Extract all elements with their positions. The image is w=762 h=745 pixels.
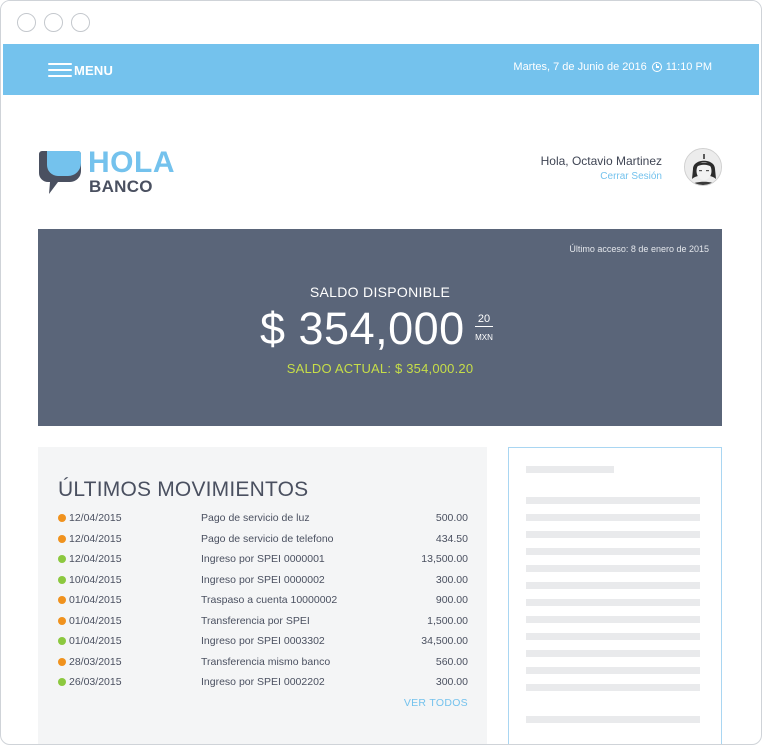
movement-description: Traspaso a cuenta 10000002 — [201, 594, 338, 606]
available-balance-amount: $ 354,000 — [260, 303, 465, 354]
menu-label: MENU — [74, 62, 114, 78]
status-dot-icon — [58, 555, 66, 563]
logo-text-hola: HOLA — [88, 146, 175, 179]
logout-link[interactable]: Cerrar Sesión — [541, 170, 662, 184]
hamburger-menu-icon — [48, 63, 72, 77]
placeholder-line — [526, 497, 700, 504]
movement-amount: 300.00 — [435, 573, 468, 586]
placeholder-line — [526, 466, 614, 473]
currency-code: MXN — [475, 333, 493, 342]
movement-description: Pago de servicio de luz — [201, 512, 310, 524]
status-dot-icon — [58, 596, 66, 604]
movement-date: 10/04/2015 — [69, 573, 122, 586]
placeholder-line — [526, 565, 700, 572]
movement-date: 01/04/2015 — [69, 635, 122, 647]
movement-date: 12/04/2015 — [69, 532, 122, 545]
status-dot-icon — [58, 657, 66, 666]
movement-date: 01/04/2015 — [69, 614, 122, 627]
movement-date: 26/03/2015 — [69, 676, 122, 688]
window-titlebar — [1, 1, 761, 44]
table-row[interactable]: 12/04/2015 Pago de servicio de luz 500.00 — [58, 509, 468, 530]
placeholder-line — [526, 514, 700, 521]
movement-amount: 500.00 — [435, 512, 468, 524]
placeholder-line — [526, 616, 700, 623]
status-dot-icon — [58, 637, 66, 645]
movement-date: 01/04/2015 — [69, 594, 122, 606]
table-row[interactable]: 01/04/2015 Traspaso a cuenta 10000002 900.… — [58, 591, 468, 612]
movement-amount: 1,500.00 — [427, 614, 468, 627]
placeholder-line — [526, 650, 700, 657]
placeholder-line — [526, 684, 700, 691]
balance-panel: Último acceso: 8 de enero de 2015 SALDO … — [38, 229, 722, 426]
movement-description: Pago de servicio de telefono — [201, 532, 334, 545]
movement-description: Ingreso por SPEI 0000001 — [201, 553, 325, 565]
movement-amount: 13,500.00 — [421, 553, 468, 565]
window-close-button[interactable] — [17, 13, 36, 32]
table-row[interactable]: 26/03/2015 Ingreso por SPEI 0002202 300.00 — [58, 673, 468, 694]
available-balance-label: SALDO DISPONIBLE — [309, 284, 451, 300]
last-access-text: Último acceso: 8 de enero de 2015 — [569, 244, 709, 254]
placeholder-line — [526, 531, 700, 538]
clock-icon — [651, 62, 662, 72]
placeholder-line — [526, 667, 700, 674]
current-datetime: Martes, 7 de Junio de 2016 11:10 PM — [513, 61, 712, 73]
status-dot-icon — [58, 514, 66, 522]
table-row[interactable]: 10/04/2015 Ingreso por SPEI 0000002 300.00 — [58, 571, 468, 592]
status-dot-icon — [58, 678, 66, 686]
movement-description: Ingreso por SPEI 0002202 — [201, 676, 325, 688]
available-balance-cents: 20 — [475, 313, 493, 327]
table-row[interactable]: 01/04/2015 Ingreso por SPEI 0003302 34,500… — [58, 632, 468, 653]
status-dot-icon — [58, 575, 66, 584]
movement-amount: 560.00 — [435, 655, 468, 668]
placeholder-line — [526, 548, 700, 555]
speech-bubble-icon — [39, 151, 81, 194]
movement-amount: 34,500.00 — [421, 635, 468, 647]
movement-description: Transferencia por SPEI — [201, 614, 310, 627]
table-row[interactable]: 01/04/2015 Transferencia por SPEI 1,500.00 — [58, 612, 468, 633]
browser-window: MENU Martes, 7 de Junio de 2016 11:10 PM… — [0, 0, 762, 745]
current-balance: SALDO ACTUAL: $ 354,000.20 — [286, 361, 474, 376]
current-date: Martes, 7 de Junio de 2016 — [513, 61, 647, 73]
movements-list: 12/04/2015 Pago de servicio de luz 500.00 1… — [58, 509, 468, 694]
status-dot-icon — [58, 616, 66, 625]
table-row[interactable]: 28/03/2015 Transferencia mismo banco 560.0… — [58, 653, 468, 674]
placeholder-line — [526, 716, 700, 723]
table-row[interactable]: 12/04/2015 Ingreso por SPEI 0000001 13,500… — [58, 550, 468, 571]
recent-movements-title: ÚLTIMOS MOVIMIENTOS — [58, 478, 309, 501]
movement-date: 12/04/2015 — [69, 553, 122, 565]
movement-amount: 900.00 — [435, 594, 468, 606]
top-navigation-bar: MENU Martes, 7 de Junio de 2016 11:10 PM — [3, 44, 759, 95]
movement-description: Ingreso por SPEI 0003302 — [201, 635, 325, 647]
user-avatar[interactable] — [684, 148, 722, 186]
user-info: Hola, Octavio Martinez Cerrar Sesión — [541, 153, 662, 184]
movement-date: 28/03/2015 — [69, 655, 122, 668]
placeholder-line — [526, 633, 700, 640]
movement-amount: 434.50 — [435, 532, 468, 545]
current-time: 11:10 PM — [665, 61, 712, 73]
movement-amount: 300.00 — [435, 676, 468, 688]
bank-logo[interactable]: HOLA BANCO — [38, 147, 188, 197]
avatar-photo-icon — [685, 149, 721, 185]
user-greeting: Hola, Octavio Martinez — [540, 154, 662, 168]
table-row[interactable]: 12/04/2015 Pago de servicio de telefono 43… — [58, 530, 468, 551]
logo-text-banco: BANCO — [89, 177, 153, 196]
see-all-link[interactable]: VER TODOS — [404, 697, 468, 709]
menu-button[interactable]: MENU — [48, 60, 113, 80]
status-dot-icon — [58, 534, 66, 543]
recent-movements-panel: ÚLTIMOS MOVIMIENTOS 12/04/2015 Pago de se… — [38, 447, 487, 744]
window-maximize-button[interactable] — [71, 13, 90, 32]
movement-description: Transferencia mismo banco — [201, 655, 331, 668]
movement-date: 12/04/2015 — [69, 512, 122, 524]
placeholder-line — [526, 599, 700, 606]
window-minimize-button[interactable] — [44, 13, 63, 32]
movement-description: Ingreso por SPEI 0000002 — [201, 573, 325, 586]
side-placeholder-panel — [508, 447, 722, 744]
placeholder-line — [526, 582, 700, 589]
